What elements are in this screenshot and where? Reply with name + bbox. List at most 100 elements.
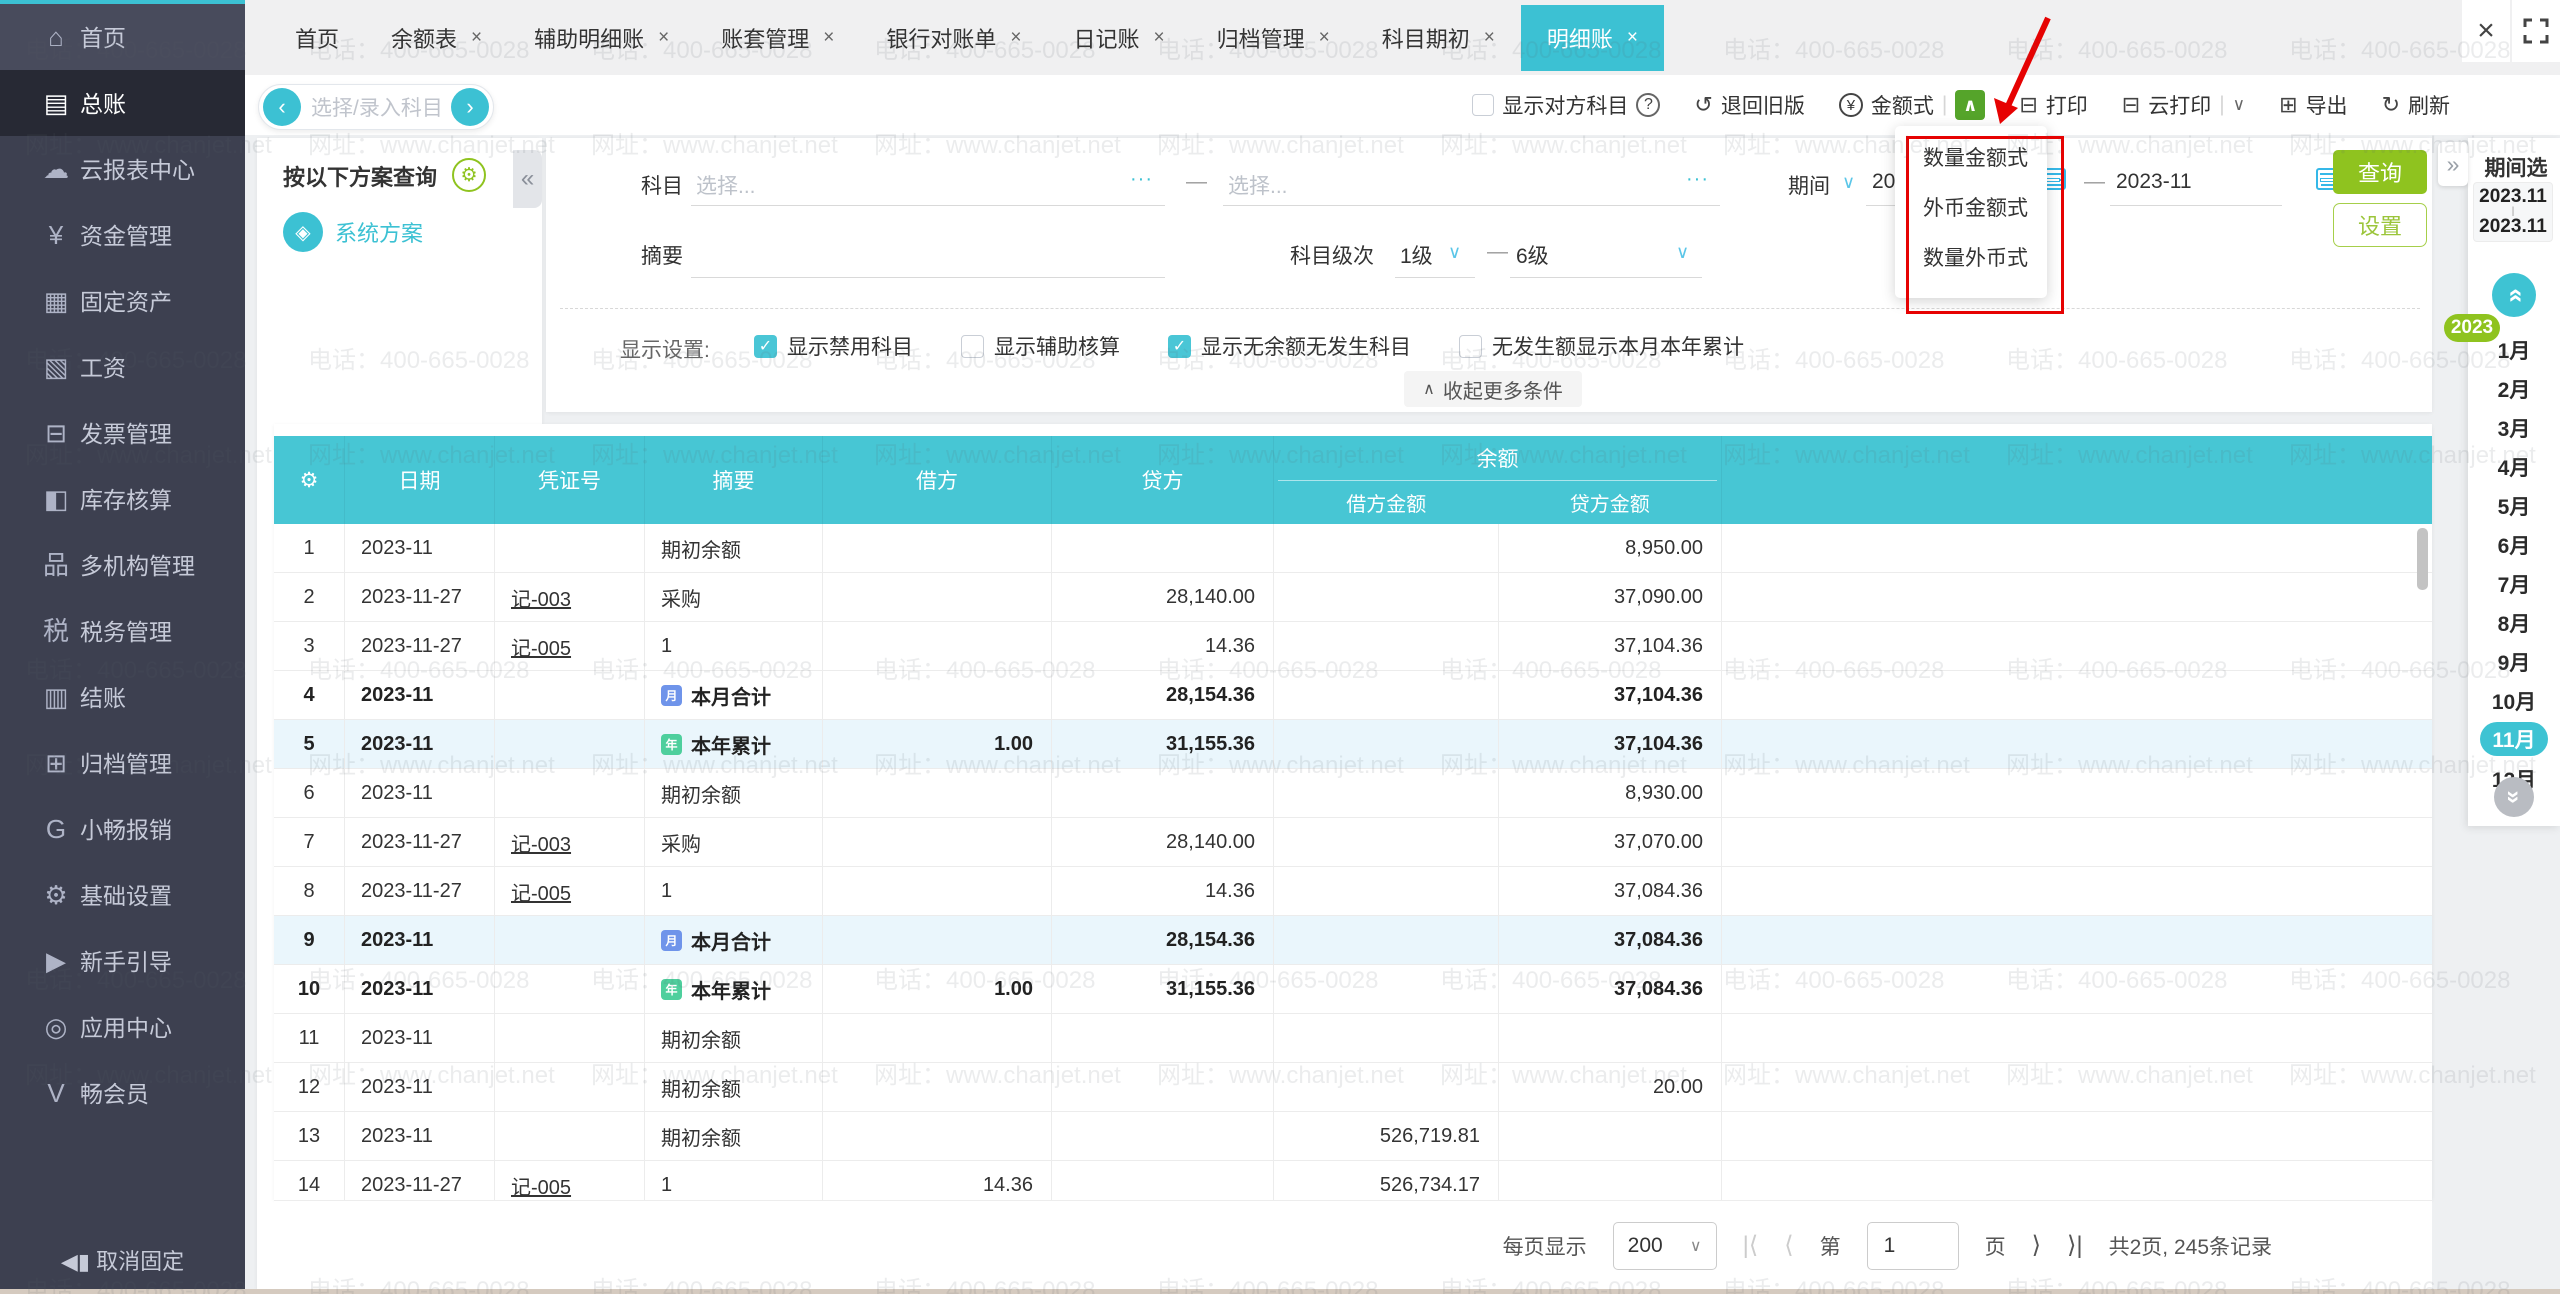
table-row[interactable]: 52023-11年本年累计1.0031,155.3637,104.36	[274, 720, 2432, 769]
last-page-button[interactable]: ⟩|	[2067, 1231, 2083, 1260]
sidebar-item-首页[interactable]: ⌂首页	[0, 4, 245, 70]
sidebar-item-多机构管理[interactable]: 品多机构管理	[0, 532, 245, 598]
close-tab-icon[interactable]: ×	[1484, 27, 1495, 49]
sidebar-item-畅会员[interactable]: V畅会员	[0, 1060, 245, 1126]
table-row[interactable]: 72023-11-27记-003采购28,140.0037,070.00	[274, 818, 2432, 867]
close-tab-icon[interactable]: ×	[1627, 27, 1638, 49]
settings-button[interactable]: 设置	[2333, 203, 2427, 247]
sidebar-item-总账[interactable]: ▤总账	[0, 70, 245, 136]
scheme-item-system[interactable]: ◈ 系统方案	[283, 212, 423, 252]
sidebar-item-资金管理[interactable]: ¥资金管理	[0, 202, 245, 268]
sidebar-item-应用中心[interactable]: ◎应用中心	[0, 994, 245, 1060]
table-row[interactable]: 112023-11期初余额	[274, 1014, 2432, 1063]
voucher-link[interactable]: 记-005	[511, 1171, 571, 1200]
month-item-3月[interactable]: 3月	[2480, 408, 2548, 447]
table-scrollbar[interactable]	[2417, 528, 2428, 590]
next-page-button[interactable]: ⟩	[2032, 1231, 2041, 1260]
table-row[interactable]: 102023-11年本年累计1.0031,155.3637,084.36	[274, 965, 2432, 1014]
month-item-8月[interactable]: 8月	[2480, 603, 2548, 642]
tab-账套管理[interactable]: 账套管理×	[695, 5, 860, 71]
display-checkbox-显示禁用科目[interactable]: ✓显示禁用科目	[754, 331, 913, 361]
close-tab-icon[interactable]: ×	[1154, 27, 1165, 49]
tab-科目期初[interactable]: 科目期初×	[1356, 5, 1521, 71]
scroll-months-up-button[interactable]: »	[2492, 273, 2536, 317]
help-icon[interactable]: ?	[1636, 93, 1660, 117]
close-tab-icon[interactable]: ×	[823, 27, 834, 49]
show-opposite-checkbox[interactable]: 显示对方科目 ?	[1472, 90, 1660, 120]
subject-from-picker-icon[interactable]: ···	[1130, 168, 1153, 191]
level-to-select[interactable]: 6级	[1516, 240, 1549, 270]
table-row[interactable]: 132023-11期初余额526,719.81	[274, 1112, 2432, 1161]
query-button[interactable]: 查询	[2333, 150, 2427, 194]
voucher-link[interactable]: 记-005	[511, 877, 571, 906]
close-tab-icon[interactable]: ×	[471, 27, 482, 49]
sidebar-item-税务管理[interactable]: 税税务管理	[0, 598, 245, 664]
tab-明细账[interactable]: 明细账×	[1521, 5, 1664, 71]
tab-首页[interactable]: 首页	[269, 5, 365, 71]
sidebar-item-结账[interactable]: ▥结账	[0, 664, 245, 730]
display-checkbox-显示辅助核算[interactable]: 显示辅助核算	[961, 331, 1120, 361]
table-row[interactable]: 82023-11-27记-005114.3637,084.36	[274, 867, 2432, 916]
subject-to-input[interactable]: 选择...	[1228, 170, 1288, 200]
sidebar-item-基础设置[interactable]: ⚙基础设置	[0, 862, 245, 928]
table-row[interactable]: 12023-11期初余额8,950.00	[274, 524, 2432, 573]
table-row[interactable]: 42023-11月本月合计28,154.3637,104.36	[274, 671, 2432, 720]
period-range-box[interactable]: 2023.11 | 2023.11	[2473, 182, 2553, 242]
column-settings-gear-icon[interactable]: ⚙	[274, 436, 345, 524]
close-tab-icon[interactable]: ×	[658, 27, 669, 49]
month-item-4月[interactable]: 4月	[2480, 447, 2548, 486]
subject-from-input[interactable]: 选择...	[696, 170, 756, 200]
sidebar-item-归档管理[interactable]: ⊞归档管理	[0, 730, 245, 796]
tab-银行对账单[interactable]: 银行对账单×	[860, 5, 1047, 71]
expand-period-panel-button[interactable]: »	[2438, 142, 2468, 186]
next-subject-button[interactable]: ›	[451, 88, 489, 126]
close-tab-button[interactable]: ×	[2462, 0, 2510, 62]
sidebar-item-发票管理[interactable]: ⊟发票管理	[0, 400, 245, 466]
month-item-5月[interactable]: 5月	[2480, 486, 2548, 525]
refresh-button[interactable]: ↻ 刷新	[2382, 90, 2450, 120]
table-row[interactable]: 32023-11-27记-005114.3637,104.36	[274, 622, 2432, 671]
scroll-months-down-button[interactable]: »	[2494, 777, 2534, 817]
close-tab-icon[interactable]: ×	[1319, 27, 1330, 49]
voucher-link[interactable]: 记-003	[511, 583, 571, 612]
chevron-down-icon[interactable]: ∨	[2233, 95, 2245, 115]
display-checkbox-显示无余额无发生科目[interactable]: ✓显示无余额无发生科目	[1168, 331, 1411, 361]
month-item-6月[interactable]: 6月	[2480, 525, 2548, 564]
checkbox-icon[interactable]	[1472, 94, 1494, 116]
collapse-more-filters-button[interactable]: ∧ 收起更多条件	[1404, 371, 1582, 407]
table-row[interactable]: 122023-11期初余额20.00	[274, 1063, 2432, 1112]
sidebar-item-固定资产[interactable]: ▦固定资产	[0, 268, 245, 334]
subject-to-picker-icon[interactable]: ···	[1686, 168, 1709, 191]
page-number-input[interactable]: 1	[1867, 1222, 1959, 1270]
period-to-input[interactable]: 2023-11	[2116, 170, 2192, 194]
unpin-sidebar-button[interactable]: ◀▮ 取消固定	[0, 1244, 245, 1276]
level-from-select[interactable]: 1级	[1400, 240, 1433, 270]
month-item-7月[interactable]: 7月	[2480, 564, 2548, 603]
prev-page-button[interactable]: ⟨	[1784, 1231, 1793, 1260]
per-page-select[interactable]: 200 ∨	[1613, 1222, 1717, 1270]
tab-辅助明细账[interactable]: 辅助明细账×	[508, 5, 695, 71]
chevron-down-icon[interactable]: ∨	[1842, 172, 1855, 193]
table-row[interactable]: 62023-11期初余额8,930.00	[274, 769, 2432, 818]
subject-search-input[interactable]: 选择/录入科目	[301, 92, 451, 122]
chevron-down-icon[interactable]: ∨	[1676, 242, 1689, 263]
month-item-11月[interactable]: 11月	[2480, 722, 2548, 756]
checkbox-icon[interactable]	[1459, 335, 1482, 358]
checkbox-icon[interactable]: ✓	[754, 335, 777, 358]
tab-余额表[interactable]: 余额表×	[365, 5, 508, 71]
month-item-9月[interactable]: 9月	[2480, 642, 2548, 681]
sidebar-item-云报表中心[interactable]: ☁云报表中心	[0, 136, 245, 202]
sidebar-item-库存核算[interactable]: ◧库存核算	[0, 466, 245, 532]
sidebar-item-小畅报销[interactable]: G小畅报销	[0, 796, 245, 862]
chevron-down-icon[interactable]: ∨	[1448, 242, 1461, 263]
first-page-button[interactable]: |⟨	[1743, 1231, 1759, 1260]
sidebar-item-工资[interactable]: ▧工资	[0, 334, 245, 400]
fullscreen-button[interactable]	[2512, 0, 2560, 62]
checkbox-icon[interactable]: ✓	[1168, 335, 1191, 358]
cloud-print-button[interactable]: ⊟ 云打印 | ∨	[2122, 90, 2245, 120]
voucher-link[interactable]: 记-003	[511, 828, 571, 857]
month-item-2月[interactable]: 2月	[2480, 369, 2548, 408]
collapse-scheme-panel-button[interactable]: «	[513, 150, 542, 208]
tab-日记账[interactable]: 日记账×	[1048, 5, 1191, 71]
voucher-link[interactable]: 记-005	[511, 632, 571, 661]
